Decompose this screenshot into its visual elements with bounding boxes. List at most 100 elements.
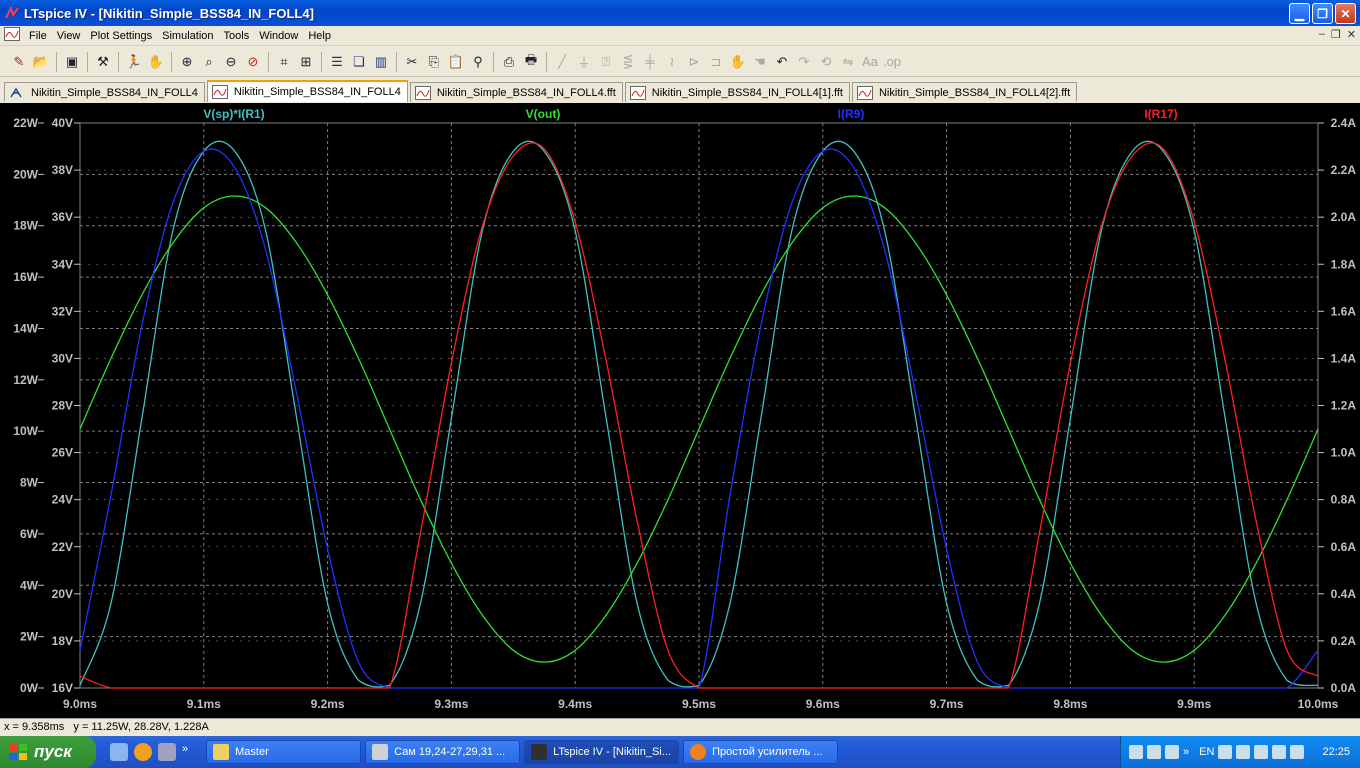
drag-hand-icon[interactable]: ☚ <box>749 51 771 73</box>
waveform-plot-pane[interactable]: 9.0ms 9.1ms 9.2ms 9.3ms 9.4ms 9.5ms 9.6ms 9.7ms… <box>0 103 1360 718</box>
open-folder-icon[interactable]: 📂 <box>30 51 52 73</box>
start-label: пуск <box>34 742 72 761</box>
run-simulation-icon[interactable]: 🏃 <box>123 51 145 73</box>
label-net-icon[interactable]: ⍰ <box>595 51 617 73</box>
find-binoculars-icon[interactable]: ⚲ <box>467 51 489 73</box>
halt-hand-icon[interactable]: ✋ <box>145 51 167 73</box>
x-tick-label: 9.7ms <box>930 697 964 711</box>
tray-icon[interactable] <box>1254 745 1269 759</box>
rotate-icon[interactable]: ⟲ <box>815 51 837 73</box>
diode-icon[interactable]: ⊳ <box>683 51 705 73</box>
tray-icon[interactable] <box>1290 745 1305 759</box>
task-label: Сам 19,24-27,29,31 ... <box>394 746 506 758</box>
ground-icon[interactable]: ⏚ <box>573 51 595 73</box>
menu-file[interactable]: File <box>24 30 52 42</box>
x-tick-label: 9.1ms <box>187 697 221 711</box>
capacitor-icon[interactable]: ╪ <box>639 51 661 73</box>
save-icon[interactable]: ▣ <box>61 51 83 73</box>
minimize-icon: ▁ <box>1294 6 1305 21</box>
legend-entry[interactable]: I(R17) <box>1144 107 1177 121</box>
pick-visible-traces-icon[interactable]: ⊞ <box>295 51 317 73</box>
menu-simulation[interactable]: Simulation <box>157 30 218 42</box>
cursor-readout: x = 9.358ms y = 11.25W, 28.28V, 1.228A <box>4 721 209 733</box>
component-icon[interactable]: ⊐ <box>705 51 727 73</box>
document-waveform-icon[interactable] <box>4 27 22 44</box>
task-master[interactable]: Master <box>206 740 362 764</box>
quick-launch-chevron-icon[interactable]: » <box>182 743 188 761</box>
spice-directive-icon[interactable]: .op <box>881 51 903 73</box>
info-icon[interactable] <box>134 743 152 761</box>
ltspice-app-icon[interactable] <box>4 5 20 21</box>
legend-entry[interactable]: V(sp)*I(R1) <box>203 107 264 121</box>
autorange-icon[interactable]: ⌗ <box>273 51 295 73</box>
minimize-button[interactable]: ▁ <box>1289 3 1310 24</box>
undo-icon[interactable]: ↶ <box>771 51 793 73</box>
tab-label: Nikitin_Simple_BSS84_IN_FOLL4.fft <box>436 86 616 99</box>
zoom-in-icon[interactable]: ⊕ <box>176 51 198 73</box>
clock: 22:25 <box>1322 746 1350 758</box>
tray-icon[interactable] <box>1147 745 1161 759</box>
new-schematic-icon[interactable]: ✎ <box>8 51 30 73</box>
task-ltspice[interactable]: LTspice IV - [Nikitin_Si... <box>524 740 680 764</box>
tray-icon[interactable] <box>1129 745 1143 759</box>
zoom-out-icon[interactable]: ⊖ <box>220 51 242 73</box>
restore-button[interactable]: ❐ <box>1312 3 1333 24</box>
text-icon[interactable]: Aa <box>859 51 881 73</box>
zoom-pan-icon[interactable]: ⌕ <box>198 51 220 73</box>
start-button[interactable]: пуск <box>0 736 96 768</box>
mdi-close-icon[interactable]: ✕ <box>1347 28 1356 41</box>
inductor-icon[interactable]: ≀ <box>661 51 683 73</box>
cascade-windows-icon[interactable]: ❏ <box>348 51 370 73</box>
mdi-restore-icon[interactable]: ❐ <box>1331 28 1341 41</box>
tile-horizontally-icon[interactable]: ☰ <box>326 51 348 73</box>
tab-waveform-active[interactable]: Nikitin_Simple_BSS84_IN_FOLL4 <box>206 80 408 102</box>
language-indicator[interactable]: EN <box>1199 746 1214 758</box>
media-player-icon[interactable] <box>158 743 176 761</box>
task-browser[interactable]: Простой усилитель ... <box>683 740 839 764</box>
tab-fft-1[interactable]: Nikitin_Simple_BSS84_IN_FOLL4[1].fft <box>624 82 850 102</box>
control-panel-hammer-icon[interactable]: ⚒ <box>92 51 114 73</box>
document-icon <box>372 744 389 760</box>
resistor-icon[interactable]: ⋚ <box>617 51 639 73</box>
draw-wire-icon[interactable]: ╱ <box>551 51 573 73</box>
print-icon[interactable]: 🖶 <box>520 51 542 73</box>
redo-icon[interactable]: ↷ <box>793 51 815 73</box>
y-tick-label-volts: 34V <box>52 257 73 271</box>
tab-schematic[interactable]: Nikitin_Simple_BSS84_IN_FOLL4 <box>4 82 205 102</box>
print-preview-icon[interactable]: ⎙ <box>498 51 520 73</box>
menu-window[interactable]: Window <box>254 30 303 42</box>
tab-fft-2[interactable]: Nikitin_Simple_BSS84_IN_FOLL4[2].fft <box>851 82 1078 102</box>
paste-icon[interactable]: 📋 <box>445 51 467 73</box>
x-tick-label: 10.0ms <box>1298 697 1339 711</box>
x-tick-label: 9.4ms <box>558 697 592 711</box>
task-document[interactable]: Сам 19,24-27,29,31 ... <box>365 740 521 764</box>
menu-help[interactable]: Help <box>303 30 336 42</box>
tile-vertically-icon[interactable]: ▥ <box>370 51 392 73</box>
show-desktop-icon[interactable] <box>110 743 128 761</box>
y-tick-label-watts: 0W <box>20 681 39 695</box>
cut-icon[interactable]: ✂ <box>401 51 423 73</box>
y-tick-label-volts: 22V <box>52 540 73 554</box>
tray-icon[interactable] <box>1236 745 1251 759</box>
tray-icon[interactable] <box>1165 745 1179 759</box>
waveform-plot[interactable]: 9.0ms 9.1ms 9.2ms 9.3ms 9.4ms 9.5ms 9.6ms 9.7ms… <box>0 103 1360 718</box>
copy-icon[interactable]: ⎘ <box>423 51 445 73</box>
legend-entry[interactable]: I(R9) <box>838 107 865 121</box>
close-button[interactable]: ✕ <box>1335 3 1356 24</box>
tab-fft[interactable]: Nikitin_Simple_BSS84_IN_FOLL4.fft <box>409 82 623 102</box>
legend-entry[interactable]: V(out) <box>526 107 561 121</box>
move-hand-icon[interactable]: ✋ <box>727 51 749 73</box>
task-label: LTspice IV - [Nikitin_Si... <box>553 746 671 758</box>
tray-chevron-icon[interactable]: » <box>1183 746 1189 758</box>
mdi-minimize-icon[interactable]: – <box>1319 28 1325 41</box>
menu-view[interactable]: View <box>52 30 86 42</box>
menu-plot-settings[interactable]: Plot Settings <box>85 30 157 42</box>
y-tick-label-amps: 1.6A <box>1331 304 1357 318</box>
y-tick-label-amps: 2.2A <box>1331 163 1357 177</box>
toolbar-separator <box>268 51 269 72</box>
mirror-icon[interactable]: ⇋ <box>837 51 859 73</box>
tray-icon[interactable] <box>1218 745 1233 759</box>
menu-tools[interactable]: Tools <box>219 30 255 42</box>
tray-icon[interactable] <box>1272 745 1287 759</box>
zoom-cancel-icon[interactable]: ⊘ <box>242 51 264 73</box>
